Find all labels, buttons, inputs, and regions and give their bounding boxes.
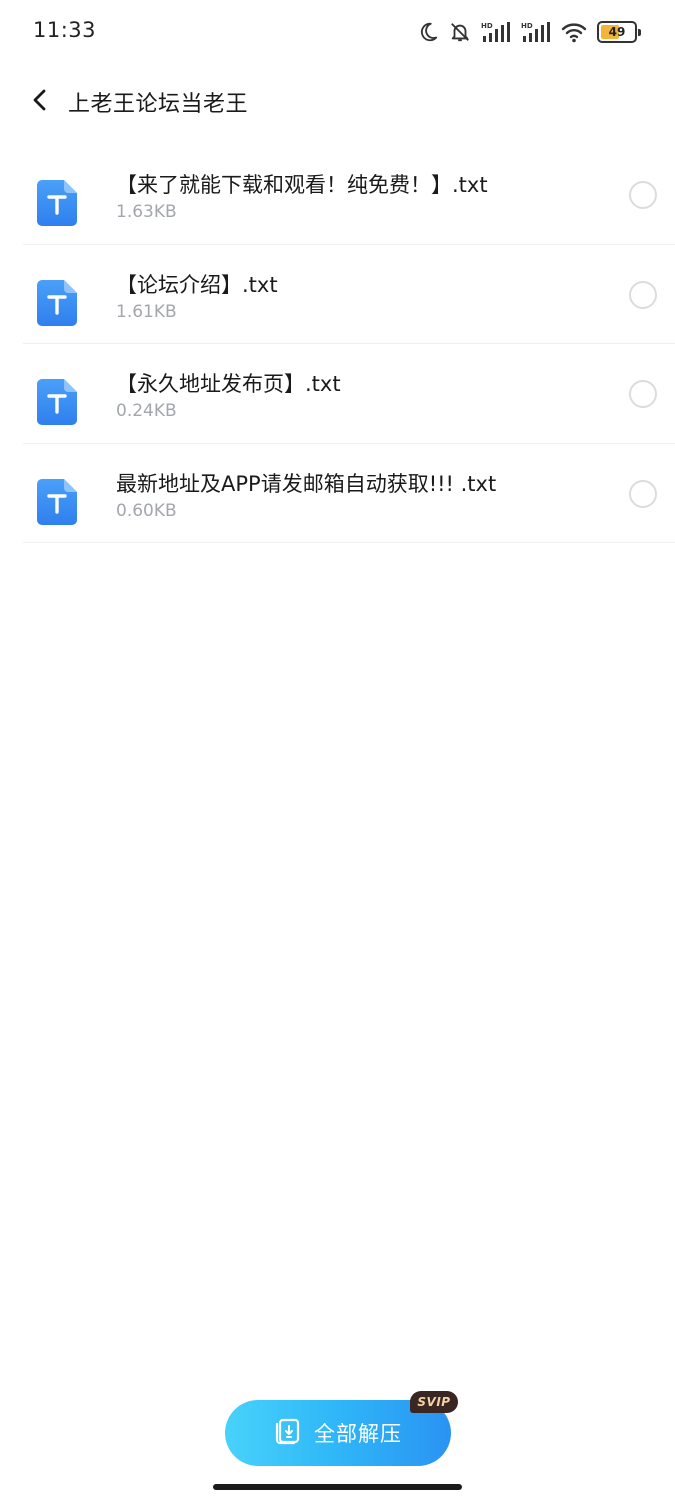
select-radio[interactable] bbox=[629, 280, 657, 309]
file-name: 【永久地址发布页】.txt bbox=[116, 372, 341, 396]
header: 上老王论坛当老王 bbox=[0, 62, 675, 142]
status-bar: 11:33 HD HD 49 bbox=[0, 0, 675, 62]
list-item[interactable]: 最新地址及APP请发邮箱自动获取!!! .txt 0.60KB bbox=[23, 444, 675, 543]
bell-muted-icon bbox=[449, 21, 471, 43]
svg-text:HD: HD bbox=[481, 22, 493, 30]
extract-all-label: 全部解压 bbox=[314, 1422, 402, 1446]
signal-hd-icon: HD bbox=[481, 21, 511, 43]
file-name: 【论坛介绍】.txt bbox=[116, 272, 278, 297]
file-size: 1.63KB bbox=[116, 202, 177, 222]
status-time: 11:33 bbox=[33, 18, 97, 42]
svip-badge: SVIP bbox=[410, 1391, 458, 1413]
chevron-left-icon bbox=[30, 88, 50, 116]
page-title: 上老王论坛当老王 bbox=[68, 92, 249, 117]
extract-icon bbox=[274, 1417, 302, 1449]
screen: 11:33 HD HD 49 上老王论坛当老王 【来了就能下载和观看！纯免费！】… bbox=[0, 0, 675, 1500]
file-size: 1.61KB bbox=[116, 301, 177, 322]
signal-hd-icon: HD bbox=[521, 21, 551, 43]
file-size: 0.24KB bbox=[116, 401, 177, 421]
txt-file-icon bbox=[37, 180, 77, 226]
moon-icon bbox=[417, 21, 439, 43]
file-size: 0.60KB bbox=[116, 500, 177, 521]
file-list: 【来了就能下载和观看！纯免费！】.txt 1.63KB 【论坛介绍】.txt 1… bbox=[23, 145, 675, 543]
list-item[interactable]: 【来了就能下载和观看！纯免费！】.txt 1.63KB bbox=[23, 145, 675, 245]
list-item[interactable]: 【论坛介绍】.txt 1.61KB bbox=[23, 245, 675, 344]
back-button[interactable] bbox=[22, 84, 58, 120]
file-name: 最新地址及APP请发邮箱自动获取!!! .txt bbox=[116, 471, 497, 496]
select-radio[interactable] bbox=[629, 380, 657, 408]
svip-badge-text: SVIP bbox=[417, 1395, 451, 1409]
home-indicator[interactable] bbox=[213, 1484, 462, 1490]
svg-text:HD: HD bbox=[521, 22, 533, 30]
battery-icon: 49 bbox=[597, 21, 641, 43]
select-radio[interactable] bbox=[629, 479, 657, 508]
select-radio[interactable] bbox=[629, 181, 657, 209]
txt-file-icon bbox=[37, 478, 77, 525]
txt-file-icon bbox=[37, 379, 77, 425]
battery-level: 49 bbox=[608, 25, 626, 39]
txt-file-icon bbox=[37, 279, 77, 326]
list-item[interactable]: 【永久地址发布页】.txt 0.24KB bbox=[23, 344, 675, 444]
file-name: 【来了就能下载和观看！纯免费！】.txt bbox=[116, 173, 488, 197]
wifi-icon bbox=[561, 21, 587, 43]
status-icons: HD HD 49 bbox=[417, 18, 641, 46]
